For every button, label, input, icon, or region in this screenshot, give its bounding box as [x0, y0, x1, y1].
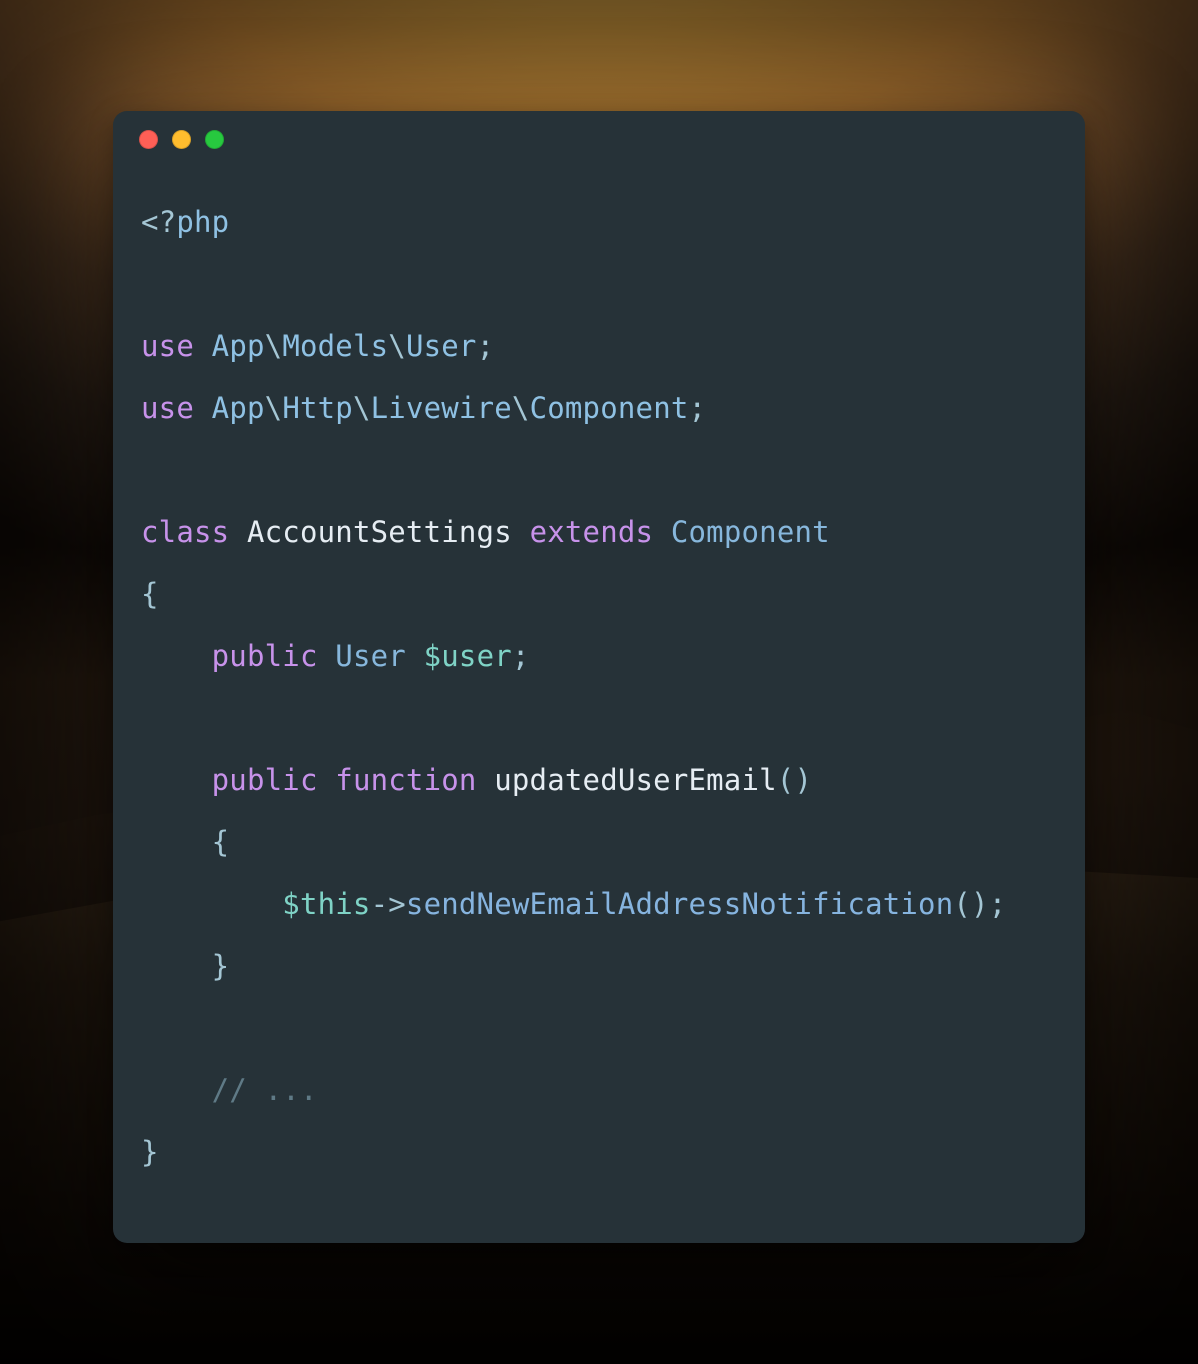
code-token: User [406, 329, 477, 363]
code-token: \ [353, 391, 371, 425]
code-token: // ... [212, 1073, 318, 1107]
code-token: public [212, 639, 318, 673]
code-token: updatedUserEmail [494, 763, 777, 797]
code-token: User [335, 639, 406, 673]
code-token: function [335, 763, 476, 797]
titlebar [113, 111, 1085, 167]
code-token: \ [265, 329, 283, 363]
code-token [141, 887, 282, 921]
code-token: (); [953, 887, 1006, 921]
code-token [406, 639, 424, 673]
code-token: -> [371, 887, 406, 921]
code-token [318, 639, 336, 673]
code-token [194, 329, 212, 363]
code-token: extends [530, 515, 654, 549]
code-token: App [212, 329, 265, 363]
code-token: ; [689, 391, 707, 425]
code-token: Http [282, 391, 353, 425]
code-token: sendNewEmailAddressNotification [406, 887, 953, 921]
code-token: App [212, 391, 265, 425]
code-token [141, 825, 212, 859]
minimize-icon[interactable] [172, 130, 191, 149]
code-token: $user [424, 639, 512, 673]
code-token: { [141, 577, 159, 611]
code-token: \ [512, 391, 530, 425]
code-token [653, 515, 671, 549]
code-token [318, 763, 336, 797]
code-token [229, 515, 247, 549]
code-token: ; [512, 639, 530, 673]
code-token: \ [265, 391, 283, 425]
code-block[interactable]: <?php use App\Models\User; use App\Http\… [113, 167, 1085, 1211]
code-token: Livewire [371, 391, 512, 425]
code-window: <?php use App\Models\User; use App\Http\… [113, 111, 1085, 1243]
code-token: php [176, 205, 229, 239]
code-token: () [777, 763, 812, 797]
code-token: } [141, 1135, 159, 1169]
code-token [141, 949, 212, 983]
code-token: Component [671, 515, 830, 549]
code-token: <? [141, 205, 176, 239]
code-token [141, 763, 212, 797]
code-token: ; [477, 329, 495, 363]
code-token: \ [388, 329, 406, 363]
code-token: $this [282, 887, 370, 921]
code-token: public [212, 763, 318, 797]
code-token [194, 391, 212, 425]
code-token [141, 1073, 212, 1107]
code-token: class [141, 515, 229, 549]
code-token [141, 639, 212, 673]
maximize-icon[interactable] [205, 130, 224, 149]
code-token: } [212, 949, 230, 983]
code-token: AccountSettings [247, 515, 512, 549]
code-token [477, 763, 495, 797]
code-token: Models [282, 329, 388, 363]
code-token: use [141, 391, 194, 425]
code-token: { [212, 825, 230, 859]
code-token: Component [530, 391, 689, 425]
code-token [512, 515, 530, 549]
close-icon[interactable] [139, 130, 158, 149]
code-token: use [141, 329, 194, 363]
